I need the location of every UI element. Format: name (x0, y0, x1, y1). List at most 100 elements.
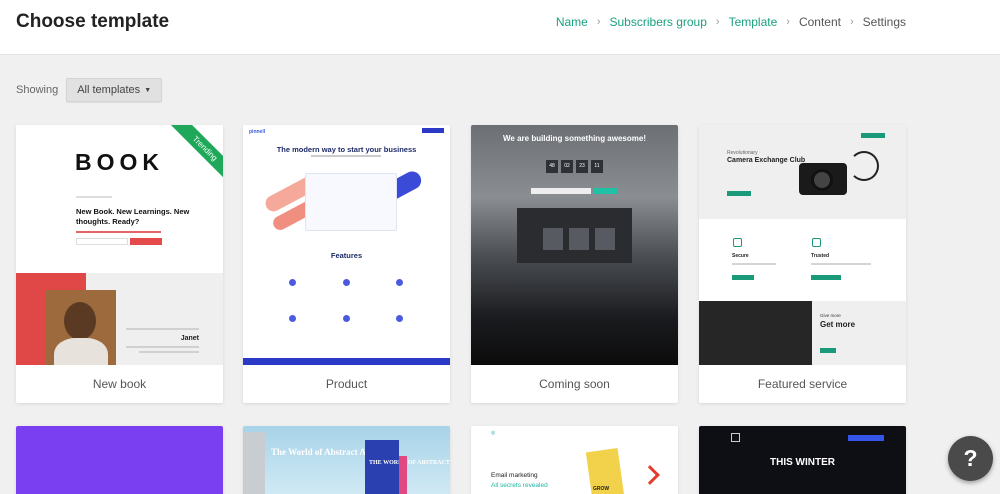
preview-text-line (732, 263, 776, 265)
preview-feature-icon (396, 315, 403, 322)
preview-feature-title: Secure (732, 253, 749, 259)
preview-text-line (126, 346, 199, 348)
chevron-right-icon: › (715, 16, 720, 28)
preview-more-kicker: Give more (820, 313, 841, 318)
countdown-box: 02 (561, 160, 573, 173)
header: Choose template Name › Subscribers group… (0, 0, 1000, 55)
preview-headline: The modern way to start your business (276, 145, 417, 154)
breadcrumb-item-template[interactable]: Template (729, 15, 778, 29)
template-card-label: Coming soon (539, 377, 610, 391)
preview-kicker: Revolutionary (727, 150, 758, 156)
preview-shape (399, 456, 407, 494)
preview-headline: Camera Exchange Club (727, 157, 806, 164)
template-preview: We are building something awesome! 48 02… (471, 125, 678, 365)
chevron-right-icon: › (596, 16, 601, 28)
preview-section-title: Features (330, 251, 363, 260)
breadcrumb: Name › Subscribers group › Template › Co… (556, 15, 906, 29)
template-card-featured-service[interactable]: Revolutionary Camera Exchange Club Secur… (699, 125, 906, 403)
preview-feature-icon (289, 279, 296, 286)
preview-subheadline: All secrets revealed (491, 482, 548, 489)
countdown-box: 11 (591, 160, 603, 173)
page-title: Choose template (16, 11, 170, 32)
preview-author-photo (46, 290, 116, 365)
template-card[interactable]: The World of Abstract Art THE WORLD OF A… (243, 426, 450, 494)
trending-badge: Trending (167, 125, 223, 187)
preview-button (593, 188, 617, 194)
preview-nav-button (848, 435, 884, 441)
template-filter: Showing All templates ▼ (16, 78, 163, 102)
preview-feature-icon (343, 315, 350, 322)
preview-headline: We are building something awesome! (503, 134, 646, 143)
template-preview: pinnell The modern way to start your bus… (243, 125, 450, 365)
preview-book-title: THE WORLD OF ABSTRACT (369, 460, 450, 466)
template-card-label: Featured service (757, 377, 848, 391)
preview-feature-title: Trusted (811, 253, 830, 259)
preview-input (76, 238, 128, 245)
template-card-coming-soon[interactable]: We are building something awesome! 48 02… (471, 125, 678, 403)
template-card-new-book[interactable]: BOOK New Book. New Learnings. New though… (16, 125, 223, 403)
preview-feature-icon (343, 279, 350, 286)
preview-dashboard (305, 173, 397, 231)
preview-logo-icon (731, 433, 740, 442)
camera-icon (799, 163, 847, 195)
preview-text-line (311, 155, 381, 157)
preview-text-line (811, 263, 871, 265)
preview-author-name: Janet (180, 335, 199, 342)
caret-down-icon: ▼ (144, 86, 152, 94)
template-preview: Revolutionary Camera Exchange Club Secur… (699, 125, 906, 365)
template-filter-dropdown[interactable]: All templates ▼ (66, 78, 163, 102)
preview-app-window (517, 208, 632, 263)
template-preview: BOOK New Book. New Learnings. New though… (16, 125, 223, 365)
trending-ribbon: Trending (161, 125, 223, 187)
preview-nav-button (422, 128, 444, 133)
preview-headline: New Book. New Learnings. New thoughts. R… (76, 207, 190, 227)
template-card[interactable] (16, 426, 223, 494)
template-preview: The World of Abstract Art THE WORLD OF A… (243, 426, 450, 494)
chevron-right-icon: › (849, 16, 854, 28)
preview-nav-button (861, 133, 885, 138)
help-button[interactable]: ? (948, 436, 993, 481)
template-card-label: New book (92, 377, 147, 391)
trusted-icon (812, 238, 821, 247)
template-card[interactable]: ◎ Email marketing All secrets revealed G… (471, 426, 678, 494)
preview-button (130, 238, 162, 245)
chevron-right-icon: › (786, 16, 790, 28)
refresh-arrow-icon (849, 151, 879, 181)
preview-headline: THIS WINTER (770, 457, 835, 468)
preview-logo-icon: ◎ (491, 430, 496, 436)
preview-book-title: GROW (593, 486, 610, 492)
question-mark-icon: ? (963, 445, 978, 471)
preview-text-line (126, 328, 199, 330)
preview-brand: pinnell (249, 129, 266, 135)
preview-text-line (76, 196, 112, 198)
preview-text-line (139, 351, 199, 353)
template-preview (16, 426, 223, 494)
template-card-product[interactable]: pinnell The modern way to start your bus… (243, 125, 450, 403)
breadcrumb-item-settings: Settings (862, 15, 906, 29)
preview-text-line (76, 231, 161, 233)
template-card-label: Product (325, 377, 368, 391)
preview-headline: The World of Abstract Art (271, 447, 373, 457)
preview-feature-icon (396, 279, 403, 286)
breadcrumb-item-content: Content (798, 15, 841, 29)
template-preview: ◎ Email marketing All secrets revealed G… (471, 426, 678, 494)
preview-headline: Email marketing (491, 472, 538, 479)
preview-button (811, 275, 841, 280)
preview-more-title: Get more (820, 320, 856, 329)
shield-icon (733, 238, 742, 247)
preview-button (820, 348, 836, 353)
filter-selected-value: All templates (77, 84, 141, 96)
preview-building (243, 432, 265, 494)
template-card[interactable]: THIS WINTER (699, 426, 906, 494)
preview-feature-icon (289, 315, 296, 322)
template-preview: THIS WINTER (699, 426, 906, 494)
countdown-box: 48 (546, 160, 558, 173)
breadcrumb-item-subscribers-group[interactable]: Subscribers group (610, 15, 707, 29)
preview-footer-band (243, 358, 450, 365)
preview-button (727, 191, 751, 196)
countdown-box: 23 (576, 160, 588, 173)
breadcrumb-item-name[interactable]: Name (556, 15, 588, 29)
preview-input (531, 188, 591, 194)
preview-button (732, 275, 754, 280)
filter-label: Showing (16, 84, 59, 96)
